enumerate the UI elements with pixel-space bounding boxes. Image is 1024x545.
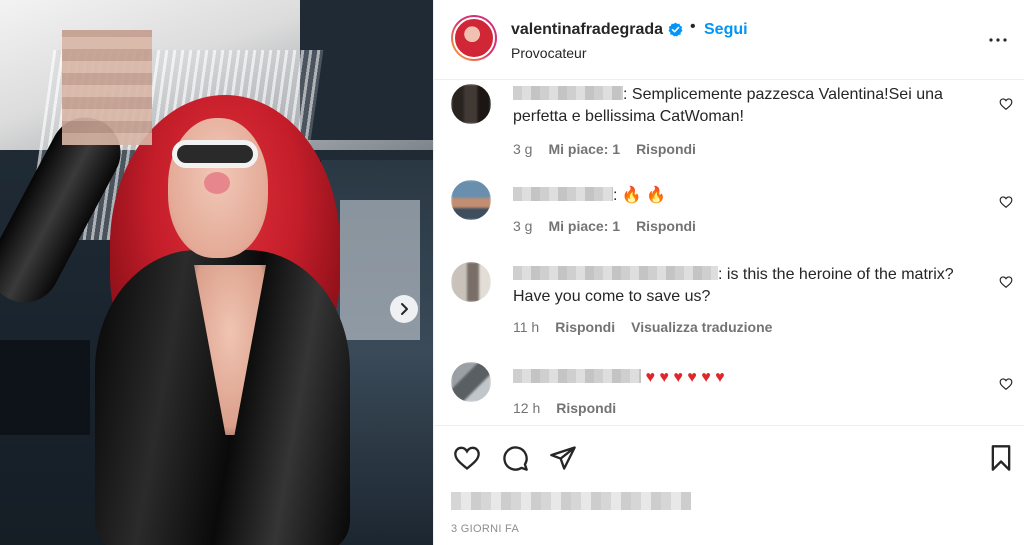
blurred-avatar	[451, 84, 491, 124]
comment-body-line: :	[613, 187, 618, 204]
post-header: valentinafradegrada • Segui Provocateur	[434, 0, 1024, 80]
post-media[interactable]	[0, 0, 433, 545]
blurred-avatar	[451, 362, 491, 402]
commenter-avatar[interactable]	[451, 84, 491, 124]
comment-meta: 11 h Rispondi Visualizza traduzione	[513, 319, 772, 335]
bookmark-icon[interactable]	[987, 444, 1015, 472]
comment-meta: 12 h Rispondi	[513, 400, 616, 416]
photo-blurred-hand	[62, 30, 152, 145]
comment-text: : Semplicemente pazzesca Valentina!Sei u…	[513, 84, 983, 128]
avatar-image	[453, 17, 495, 59]
comment-like-heart-icon[interactable]	[999, 275, 1013, 289]
blurred-username[interactable]	[513, 369, 641, 383]
comment-body-line: : Semplicemente pazzesca Valentina!Sei u…	[623, 86, 943, 103]
carousel-next-button[interactable]	[390, 295, 418, 323]
blurred-avatar	[451, 262, 491, 302]
comment-likes[interactable]: Mi piace: 1	[548, 141, 620, 157]
comment-text: : 🔥 🔥	[513, 185, 983, 207]
post-actions: 3 giorni fa	[434, 425, 1024, 545]
likes-count-blurred[interactable]	[451, 492, 691, 510]
comment-time: 11 h	[513, 319, 540, 335]
comment-meta: 3 g Mi piace: 1 Rispondi	[513, 141, 696, 157]
comment-text: ♥ ♥ ♥ ♥ ♥ ♥	[513, 367, 983, 389]
comment-body-line: perfetta e bellissima CatWoman!	[513, 108, 744, 125]
heart-icon[interactable]	[453, 444, 481, 472]
profile-subtitle: Provocateur	[511, 45, 587, 61]
reply-button[interactable]: Rispondi	[556, 400, 616, 416]
comment-time: 3 g	[513, 218, 533, 234]
comment-like-heart-icon[interactable]	[999, 195, 1013, 209]
photo-sunglasses	[172, 140, 258, 168]
profile-avatar[interactable]	[451, 15, 497, 61]
reply-button[interactable]: Rispondi	[636, 141, 696, 157]
share-icon[interactable]	[549, 444, 577, 472]
post-timestamp: 3 giorni fa	[451, 523, 520, 535]
comment-likes[interactable]: Mi piace: 1	[548, 218, 620, 234]
see-translation-button[interactable]: Visualizza traduzione	[631, 319, 772, 335]
header-separator: •	[690, 18, 696, 35]
comment-icon[interactable]	[501, 444, 529, 472]
comment-body-line: Have you come to save us?	[513, 288, 711, 305]
comment-text: : is this the heroine of the matrix? Hav…	[513, 264, 983, 308]
comment-like-heart-icon[interactable]	[999, 377, 1013, 391]
chevron-right-icon	[401, 303, 408, 315]
reply-button[interactable]: Rispondi	[636, 218, 696, 234]
photo-shelf	[0, 340, 90, 435]
more-options-icon[interactable]	[986, 28, 1010, 52]
comment-time: 12 h	[513, 400, 541, 416]
blurred-avatar	[451, 180, 491, 220]
reply-button[interactable]: Rispondi	[555, 319, 615, 335]
blurred-username[interactable]	[513, 86, 623, 100]
profile-username[interactable]: valentinafradegrada	[511, 21, 663, 39]
blurred-username[interactable]	[513, 187, 613, 201]
post-side-panel: valentinafradegrada • Segui Provocateur …	[433, 0, 1024, 545]
comment-emojis: 🔥 🔥	[621, 187, 667, 204]
comment-time: 3 g	[513, 141, 533, 157]
comment-meta: 3 g Mi piace: 1 Rispondi	[513, 218, 696, 234]
commenter-avatar[interactable]	[451, 180, 491, 220]
comment-like-heart-icon[interactable]	[999, 97, 1013, 111]
photo-tongue	[204, 172, 230, 194]
comment-emojis: ♥ ♥ ♥ ♥ ♥ ♥	[645, 369, 725, 386]
comments-list[interactable]: : Semplicemente pazzesca Valentina!Sei u…	[434, 80, 1024, 425]
comment-body-line: : is this the heroine of the matrix?	[718, 266, 954, 283]
commenter-avatar[interactable]	[451, 262, 491, 302]
verified-badge-icon	[668, 22, 683, 37]
follow-button[interactable]: Segui	[704, 21, 748, 39]
commenter-avatar[interactable]	[451, 362, 491, 402]
blurred-username[interactable]	[513, 266, 718, 280]
